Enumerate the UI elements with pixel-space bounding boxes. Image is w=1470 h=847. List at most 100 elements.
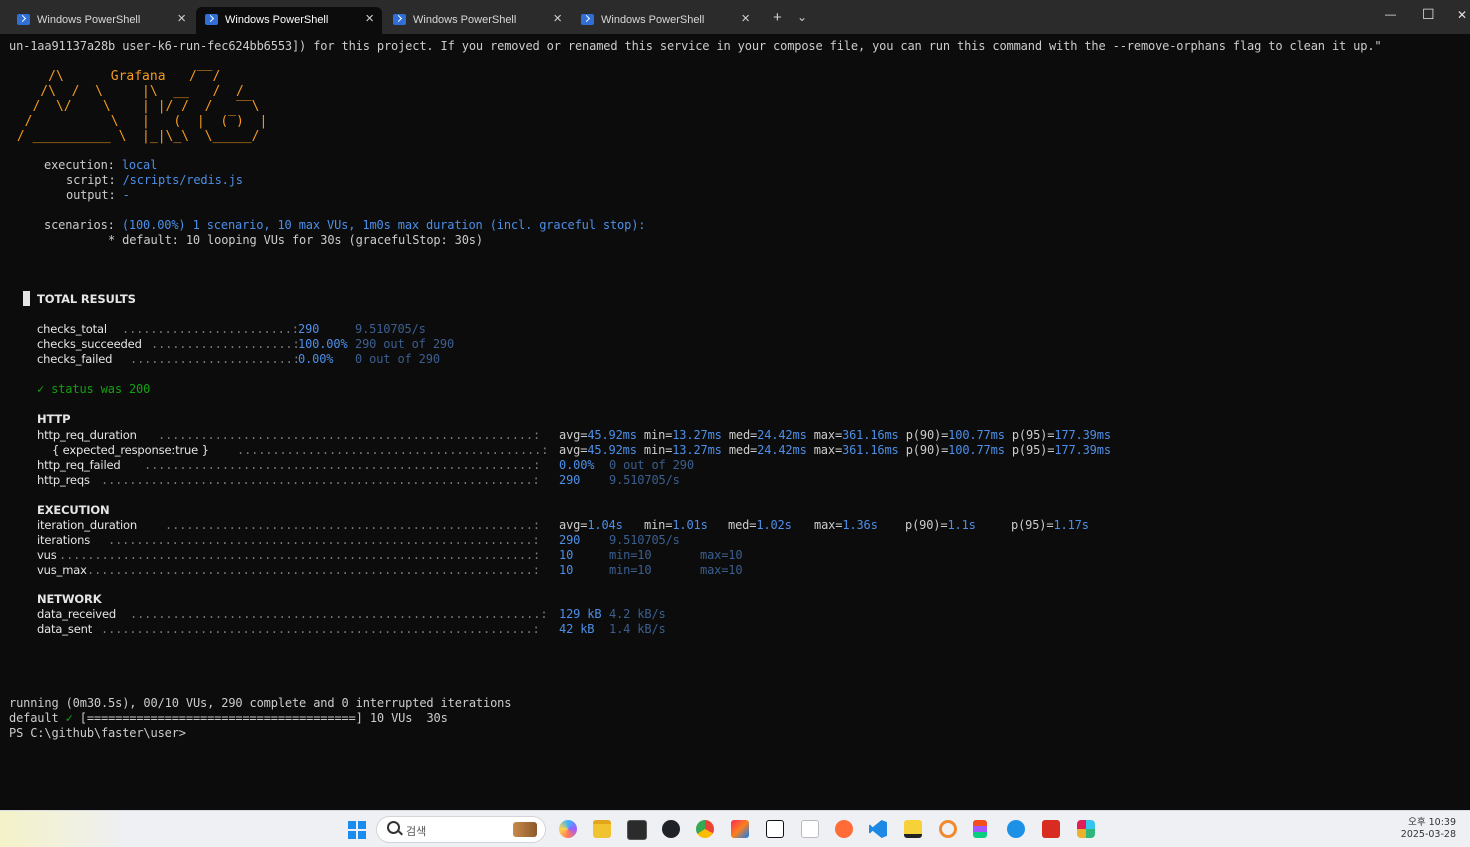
metric-row: http_reqs [37,473,90,488]
metric-value: 290 [559,533,581,547]
duration-stats: avg=45.92ms min=13.27ms med=24.42ms max=… [559,428,1111,442]
metric-value: 0.00% [298,352,334,366]
metric-name: vus_max [37,563,87,577]
stat-min: 13.27ms [672,428,722,442]
maximize-button[interactable]: ☐ [1422,6,1435,23]
terminal-icon[interactable] [627,820,647,840]
stat-avg: 45.92ms [587,443,637,457]
logo-line: / \ | ( | (‾) | [9,114,268,129]
tab-powershell-2[interactable]: Windows PowerShell × [196,7,382,34]
output-value: - [122,188,130,202]
terminal-output[interactable]: un-1aa91137a28b user-k6-run-fec624bb6553… [0,34,1470,810]
metric-row: http_req_failed [37,458,121,473]
metric-row: checks_total [37,322,107,337]
stat-avg: 1.04s [587,518,623,532]
stat-p90: 100.77ms [948,428,1005,442]
http-heading: HTTP [37,412,71,426]
title-bar: Windows PowerShell × Windows PowerShell … [0,0,1470,34]
stat-max: 1.36s [842,518,878,532]
tab-powershell-4[interactable]: Windows PowerShell × [572,7,758,34]
close-window-button[interactable]: ✕ [1457,8,1467,22]
sticky-notes-icon[interactable] [904,820,922,838]
tab-label: Windows PowerShell [37,14,141,26]
slack-icon[interactable] [1077,820,1095,838]
metric-value: 290 [559,473,581,487]
tab-close-icon[interactable]: × [553,10,562,27]
powershell-icon [17,14,30,25]
metric-name: checks_succeeded [37,337,142,351]
tab-close-icon[interactable]: × [177,10,186,27]
tab-powershell-1[interactable]: Windows PowerShell × [8,7,194,34]
metric-name: vus [37,548,57,562]
stat-p90: 100.77ms [948,443,1005,457]
metric-name: http_reqs [37,473,90,487]
metric-min: min=10 [609,563,652,577]
tab-close-icon[interactable]: × [365,10,374,27]
tab-dropdown-button[interactable]: ⌄ [797,10,807,24]
system-clock[interactable]: 오후 10:39 2025-03-28 [1401,817,1456,841]
jetbrains-icon[interactable] [731,820,749,838]
figma-icon[interactable] [973,820,987,838]
metric-value: 100.00% [298,337,348,351]
logo-line: / \/ \ | |/ / / ‾‾\ [9,99,260,114]
metric-name: iteration_duration [37,518,138,532]
tab-close-icon[interactable]: × [741,10,750,27]
stat-p90: 1.1s [947,518,976,532]
redis-insight-icon[interactable] [1042,820,1060,838]
leader-dots: ........................................… [87,563,540,577]
progress-bar: [======================================] [79,711,363,725]
metric-extra: 0 out of 290 [609,458,694,472]
metric-name: data_sent [37,622,93,636]
metric-value: 42 kB [559,622,595,636]
stat-med: 1.02s [756,518,792,532]
windows-start-icon[interactable] [348,821,366,839]
grafana-label: Grafana [110,69,166,84]
stat-max: 361.16ms [842,443,899,457]
status-check-line: ✓ status was 200 [37,382,151,396]
metric-extra: 9.510705/s [355,322,426,336]
output-label: output: [66,188,116,202]
metric-extra: 9.510705/s [609,533,680,547]
taskbar: 검색 오후 10:39 2025-03-28 [0,810,1470,847]
stat-min: 1.01s [672,518,708,532]
vscode-icon[interactable] [869,820,887,838]
shell-prompt[interactable]: PS C:\github\faster\user> [9,726,186,741]
metric-row: data_received [37,607,116,622]
metric-min: min=10 [609,548,652,562]
chrome-icon[interactable] [696,820,714,838]
clock-time: 오후 10:39 [1408,817,1456,828]
leader-dots: ........................................… [165,518,540,532]
stat-min: 13.27ms [672,443,722,457]
metric-name: iterations [37,533,91,547]
metric-value: 129 kB [559,607,602,621]
docker-icon[interactable] [1007,820,1025,838]
duration-stats: avg=1.04s [559,518,623,532]
minimize-button[interactable]: — [1385,9,1396,21]
leader-dots: ........................................… [158,428,541,442]
tab-powershell-3[interactable]: Windows PowerShell × [384,7,570,34]
metric-name: checks_total [37,322,107,336]
stat-p95: 177.39ms [1054,443,1111,457]
running-status-line: running (0m30.5s), 00/10 VUs, 290 comple… [9,696,512,710]
copilot-icon[interactable] [559,820,577,838]
postman-icon[interactable] [835,820,853,838]
metric-max: max=10 [700,563,743,577]
metric-row: http_req_duration [37,428,137,443]
github-desktop-icon[interactable] [662,820,680,838]
leader-dots: ........................................… [144,458,541,472]
taskbar-search-box[interactable]: 검색 [376,816,546,843]
powershell-icon [205,14,218,25]
file-explorer-icon[interactable] [593,820,611,838]
new-tab-button[interactable]: + [773,9,782,26]
typora-icon[interactable] [801,820,819,838]
metric-row: data_sent [37,622,92,637]
search-icon [387,821,400,834]
metric-value: 10 [559,548,574,562]
orphan-warning-line: un-1aa91137a28b user-k6-run-fec624bb6553… [9,39,1382,53]
metric-max: max=10 [700,548,743,562]
default-scenario-line: * default: 10 looping VUs for 30s (grace… [108,233,483,247]
snipping-tool-icon[interactable] [939,820,957,838]
notion-icon[interactable] [766,820,784,838]
metric-name: checks_failed [37,352,113,366]
progress-check: ✓ [65,711,73,725]
